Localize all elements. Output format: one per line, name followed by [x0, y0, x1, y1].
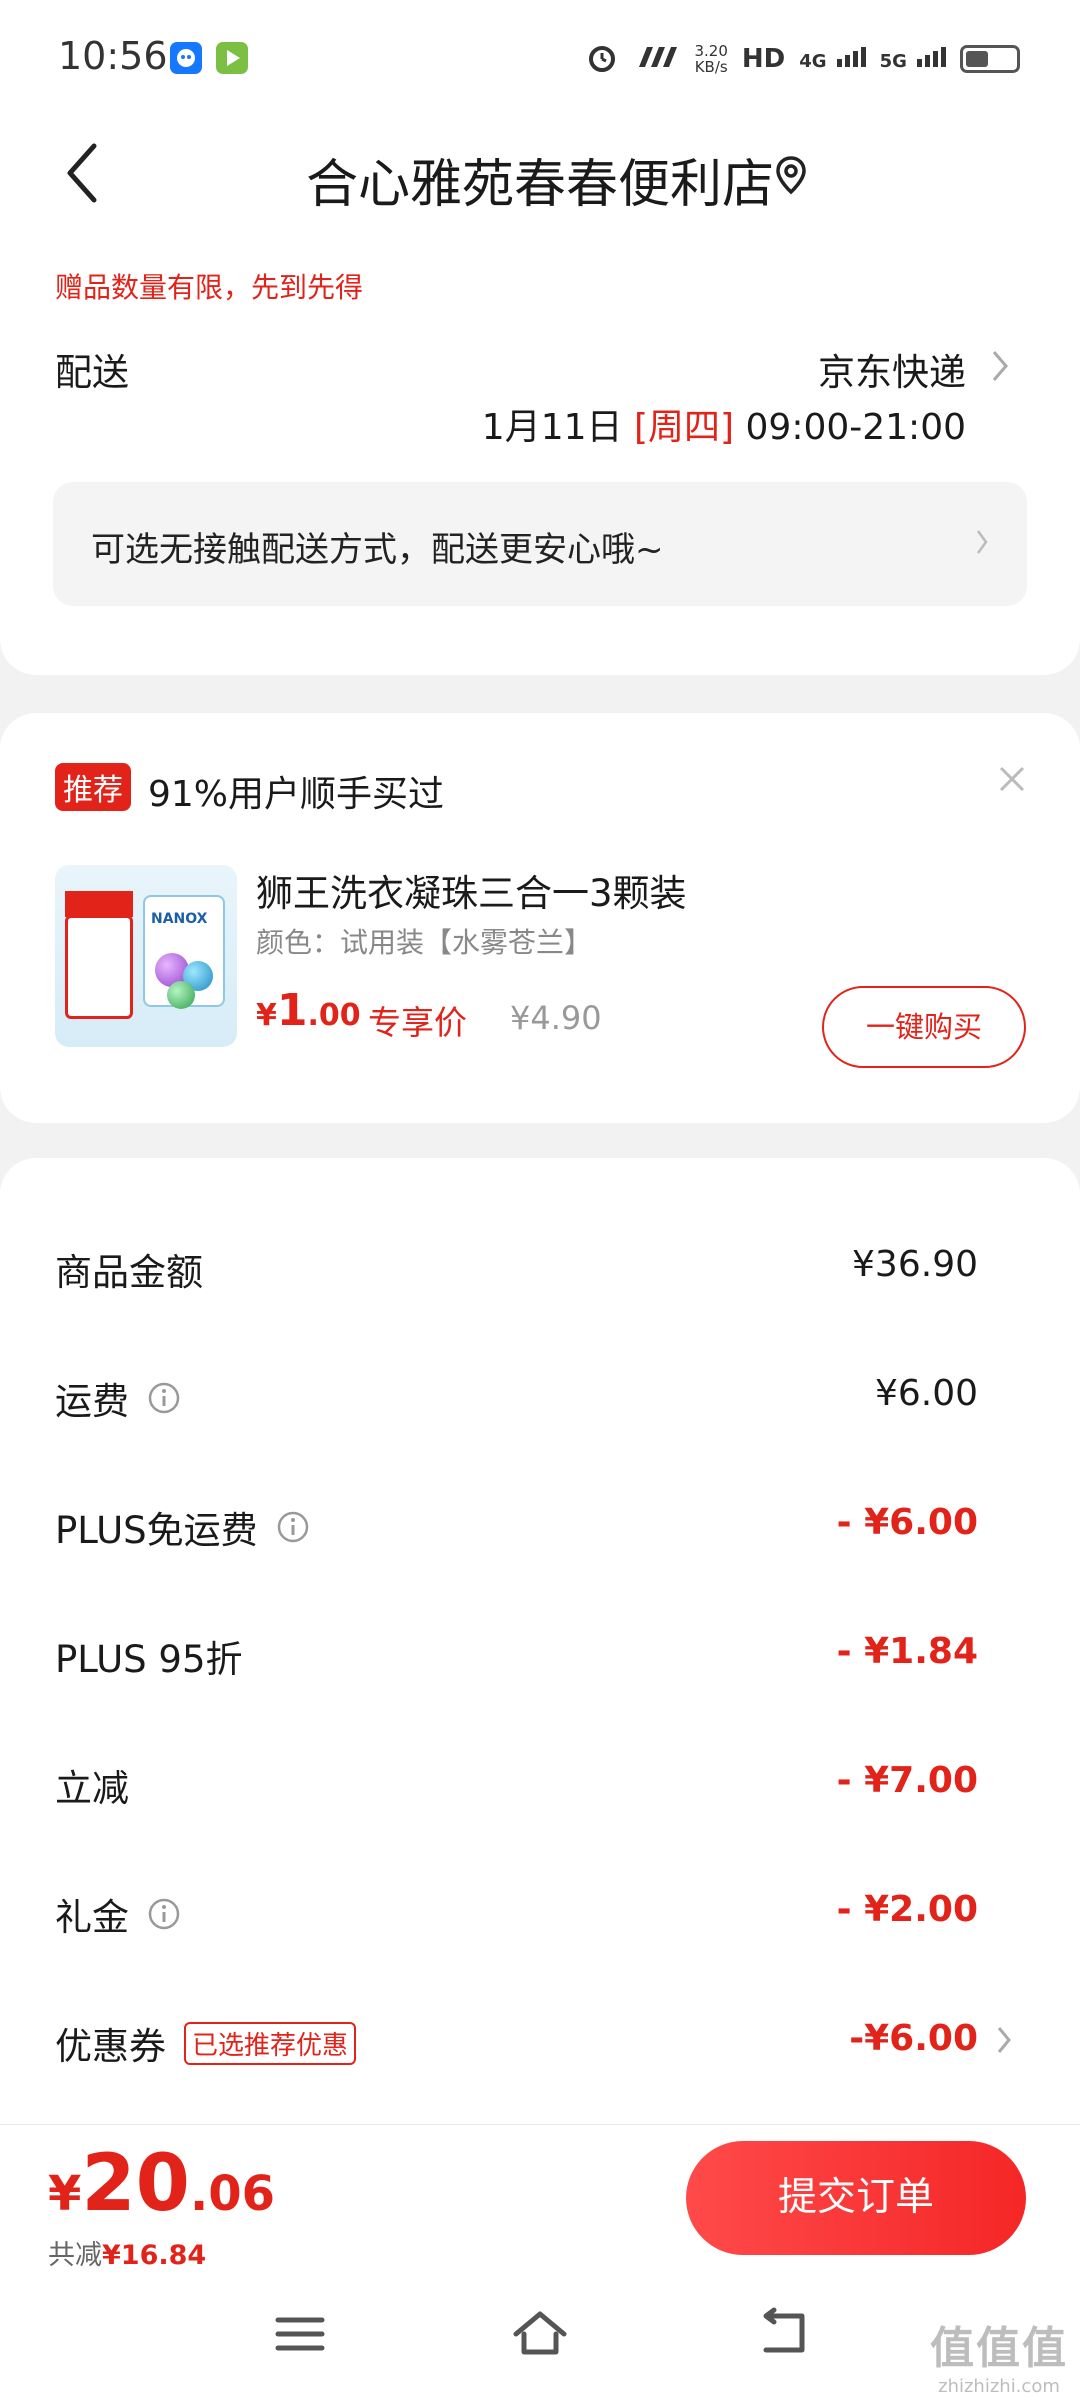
signal-4g-label: 4G [799, 51, 827, 72]
delivery-card: 赠品数量有限，先到先得 配送 京东快递 1月11日 [周四] 09:00-21:… [0, 230, 1080, 675]
summary-label: 优惠券 [55, 2025, 166, 2068]
info-icon[interactable] [276, 1510, 310, 1544]
video-app-notification-icon [216, 42, 248, 74]
summary-row-plus-free-shipping: PLUS免运费 - ¥6.00 [0, 1462, 1080, 1590]
delivery-method[interactable]: 京东快递 [818, 342, 966, 396]
summary-row-goods-amount: 商品金额 ¥36.90 [0, 1204, 1080, 1332]
summary-value: ¥6.00 [874, 1373, 978, 1414]
recommendation-card: 推荐 91%用户顺手买过 NANOX 狮王洗衣凝珠三合一3颗装 颜色：试用装【水… [0, 713, 1080, 1123]
menu-icon[interactable] [270, 2304, 330, 2364]
delivery-date: 1月11日 [481, 407, 623, 448]
savings-value: ¥16.84 [102, 2240, 207, 2271]
summary-value: - ¥6.00 [836, 1502, 978, 1543]
status-time: 10:56 [58, 34, 168, 78]
summary-value: - ¥2.00 [836, 1889, 978, 1930]
coupon-selected-badge: 已选推荐优惠 [184, 2021, 357, 2065]
watermark-url: zhizhizhi.com [938, 2376, 1060, 2397]
summary-value: ¥36.90 [852, 1244, 978, 1285]
summary-value: - ¥1.84 [836, 1631, 978, 1672]
summary-label: PLUS免运费 [55, 1509, 258, 1552]
recommend-badge: 推荐 [55, 763, 131, 811]
network-speed: 3.20 KB/s [694, 42, 728, 76]
back-nav-icon[interactable] [752, 2304, 812, 2364]
summary-value: -¥6.00 [849, 2018, 978, 2059]
signal-4g-icon: 4G [799, 44, 866, 74]
home-icon[interactable] [510, 2304, 570, 2364]
exclusive-price-tag: 专享价 [368, 1003, 467, 1042]
savings-label: 共减 [48, 2240, 102, 2271]
one-click-buy-button[interactable]: 一键购买 [822, 986, 1026, 1068]
summary-value: - ¥7.00 [836, 1760, 978, 1801]
alarm-icon [585, 40, 619, 78]
original-price: ¥4.90 [510, 999, 602, 1037]
gift-limited-note: 赠品数量有限，先到先得 [55, 271, 364, 304]
summary-row-gift-money: 礼金 - ¥2.00 [0, 1849, 1080, 1977]
contactless-delivery-text: 可选无接触配送方式，配送更安心哦~ [91, 530, 664, 570]
watermark-logo: 值值值 [930, 2323, 1068, 2374]
status-bar: 10:56 3.20 KB/s HD 4G 5G [0, 0, 1080, 120]
status-indicators: 3.20 KB/s HD 4G 5G [585, 40, 1020, 78]
summary-row-shipping: 运费 ¥6.00 [0, 1333, 1080, 1461]
product-name[interactable]: 狮王洗衣凝珠三合一3颗装 [256, 863, 687, 917]
summary-label: 商品金额 [55, 1251, 203, 1294]
signal-5g-label: 5G [879, 51, 907, 72]
product-spec: 颜色：试用装【水雾苍兰】 [256, 926, 593, 959]
chevron-right-icon[interactable] [990, 348, 1010, 384]
product-image-brand: NANOX [151, 911, 208, 927]
info-icon[interactable] [147, 1381, 181, 1415]
hotspot-icon [633, 43, 681, 75]
recommendation-title: 91%用户顺手买过 [148, 774, 445, 815]
signal-5g-icon: 5G [880, 44, 946, 74]
location-pin-icon[interactable] [773, 154, 809, 196]
product-price: ¥1.00 [256, 985, 361, 1036]
summary-label: PLUS 95折 [55, 1638, 243, 1681]
system-navigation-bar [0, 2274, 1080, 2400]
close-icon[interactable] [998, 765, 1026, 793]
submit-order-button[interactable]: 提交订单 [686, 2141, 1026, 2255]
product-image[interactable]: NANOX [55, 865, 237, 1047]
order-summary-card: 商品金额 ¥36.90 运费 ¥6.00 PLUS免运费 - ¥6.00 PLU… [0, 1158, 1080, 2258]
store-title: 合心雅苑春春便利店 [305, 155, 774, 215]
watermark: 值值值 zhizhizhi.com [930, 2312, 1068, 2397]
delivery-time[interactable]: 1月11日 [周四] 09:00-21:00 [482, 398, 966, 450]
checkout-bar: ¥20.06 共减¥16.84 提交订单 [0, 2124, 1080, 2274]
summary-row-coupon[interactable]: 优惠券 已选推荐优惠 -¥6.00 [0, 1978, 1080, 2106]
delivery-label: 配送 [55, 351, 129, 394]
summary-label: 运费 [55, 1380, 129, 1423]
app-notification-icon [170, 42, 202, 74]
summary-row-plus-discount: PLUS 95折 - ¥1.84 [0, 1591, 1080, 1719]
summary-row-instant-discount: 立减 - ¥7.00 [0, 1720, 1080, 1848]
total-price: ¥20.06 [48, 2139, 275, 2229]
summary-label: 立减 [55, 1767, 129, 1810]
chevron-right-icon [976, 530, 988, 554]
contactless-delivery-option[interactable]: 可选无接触配送方式，配送更安心哦~ [53, 482, 1027, 606]
summary-label: 礼金 [55, 1896, 129, 1939]
delivery-weekday: [周四] [633, 407, 735, 448]
info-icon[interactable] [147, 1897, 181, 1931]
hd-indicator: HD [741, 44, 786, 74]
total-savings: 共减¥16.84 [48, 2233, 206, 2272]
chevron-right-icon[interactable] [996, 2024, 1012, 2056]
page-header: 合心雅苑春春便利店 [0, 120, 1080, 230]
battery-icon [960, 45, 1020, 73]
delivery-hours: 09:00-21:00 [745, 407, 966, 448]
